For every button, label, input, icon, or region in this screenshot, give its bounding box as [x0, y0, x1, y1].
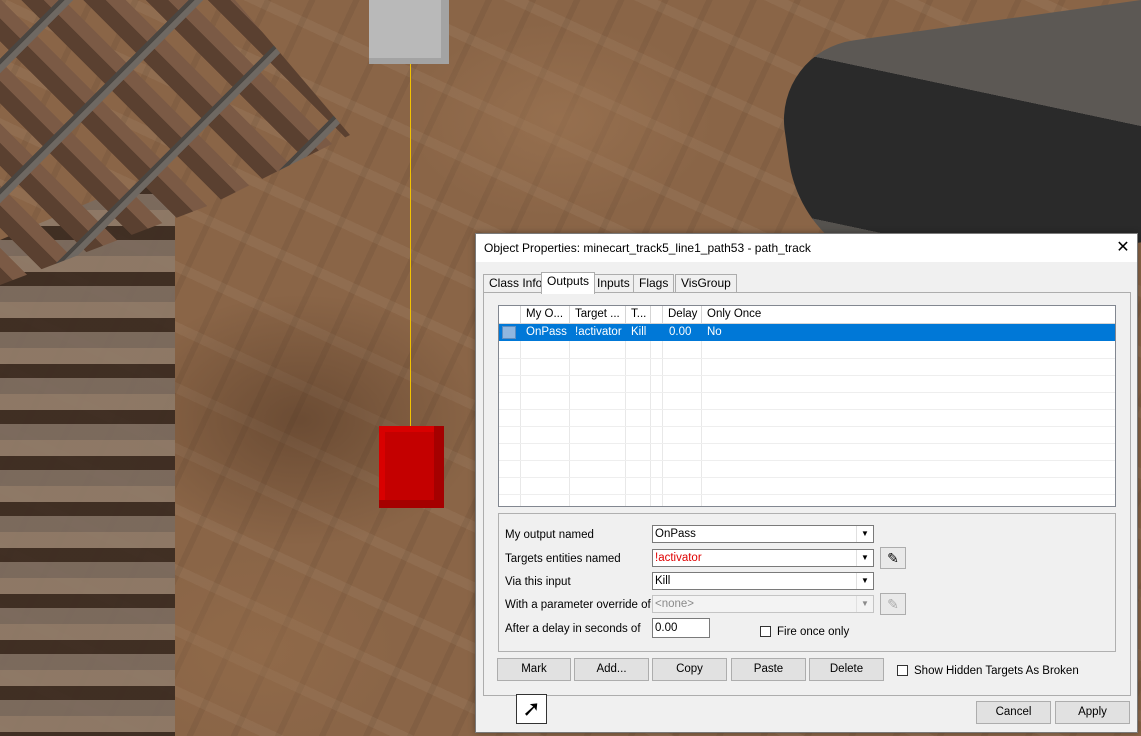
- parameter-combo[interactable]: <none> ▼: [652, 595, 874, 613]
- chevron-down-icon[interactable]: ▼: [856, 573, 873, 589]
- eyedropper-icon[interactable]: ✎: [880, 547, 906, 569]
- chevron-down-icon[interactable]: ▼: [856, 550, 873, 566]
- show-hidden-label: Show Hidden Targets As Broken: [914, 665, 1079, 677]
- eyedropper-icon[interactable]: ✎: [880, 593, 906, 615]
- connection-line: [410, 64, 411, 440]
- column-header-icon: [499, 306, 521, 323]
- column-header-my-output[interactable]: My O...: [521, 306, 570, 323]
- output-arrow-icon[interactable]: ➚: [516, 694, 547, 724]
- delay-input[interactable]: 0.00: [652, 618, 710, 638]
- column-header-target[interactable]: Target ...: [570, 306, 626, 323]
- add-button[interactable]: Add...: [574, 658, 649, 681]
- tab-inputs[interactable]: Inputs: [591, 274, 636, 293]
- rail-track-rails: [0, 0, 350, 285]
- fire-once-label: Fire once only: [777, 626, 850, 638]
- outputs-list[interactable]: My O... Target ... T... Delay Only Once …: [498, 305, 1116, 507]
- column-header-parameter[interactable]: [651, 306, 663, 323]
- tab-outputs[interactable]: Outputs: [541, 272, 596, 294]
- targets-value: !activator: [655, 552, 702, 564]
- object-properties-dialog: Object Properties: minecart_track5_line1…: [475, 233, 1138, 733]
- delete-button[interactable]: Delete: [809, 658, 884, 681]
- targets-label: Targets entities named: [505, 553, 621, 565]
- column-header-input[interactable]: T...: [626, 306, 651, 323]
- cell-delay: 0.00: [669, 326, 692, 338]
- parameter-label: With a parameter override of: [505, 599, 651, 611]
- parameter-value: <none>: [655, 598, 695, 610]
- table-row[interactable]: OnPass !activator Kill 0.00 No: [499, 324, 1115, 341]
- gray-entity-box[interactable]: [369, 0, 449, 64]
- cell-my-output: OnPass: [526, 326, 567, 338]
- tab-class-info[interactable]: Class Info: [483, 274, 549, 293]
- cell-parameter: [651, 324, 663, 341]
- tab-flags[interactable]: Flags: [633, 274, 675, 293]
- list-header: My O... Target ... T... Delay Only Once: [499, 306, 1115, 324]
- my-output-value: OnPass: [655, 528, 696, 540]
- apply-button[interactable]: Apply: [1055, 701, 1130, 724]
- via-input-label: Via this input: [505, 576, 571, 588]
- show-hidden-checkbox[interactable]: [897, 665, 908, 676]
- cell-only-once: No: [707, 326, 722, 338]
- cell-input: Kill: [631, 326, 647, 338]
- output-editor: My output named OnPass ▼ Targets entitie…: [498, 513, 1116, 652]
- close-icon[interactable]: ✕: [1109, 234, 1137, 262]
- via-input-value: Kill: [655, 575, 671, 587]
- my-output-combo[interactable]: OnPass ▼: [652, 525, 874, 543]
- paste-button[interactable]: Paste: [731, 658, 806, 681]
- chevron-down-icon[interactable]: ▼: [856, 526, 873, 542]
- column-header-delay[interactable]: Delay: [663, 306, 702, 323]
- outputs-panel: My O... Target ... T... Delay Only Once …: [483, 292, 1131, 696]
- targets-combo[interactable]: !activator ▼: [652, 549, 874, 567]
- title-bar[interactable]: Object Properties: minecart_track5_line1…: [476, 234, 1137, 262]
- via-input-combo[interactable]: Kill ▼: [652, 572, 874, 590]
- delay-label: After a delay in seconds of: [505, 623, 641, 635]
- dialog-title: Object Properties: minecart_track5_line1…: [484, 241, 811, 255]
- tab-visgroup[interactable]: VisGroup: [675, 274, 737, 293]
- mark-button[interactable]: Mark: [497, 658, 571, 681]
- my-output-label: My output named: [505, 529, 594, 541]
- chevron-down-icon[interactable]: ▼: [856, 596, 873, 612]
- cancel-button[interactable]: Cancel: [976, 701, 1051, 724]
- output-connection-icon: [502, 326, 516, 339]
- fire-once-checkbox[interactable]: [760, 626, 771, 637]
- column-header-only-once[interactable]: Only Once: [702, 306, 1115, 323]
- cell-target: !activator: [575, 326, 622, 338]
- path-track-entity[interactable]: [379, 426, 444, 508]
- copy-button[interactable]: Copy: [652, 658, 727, 681]
